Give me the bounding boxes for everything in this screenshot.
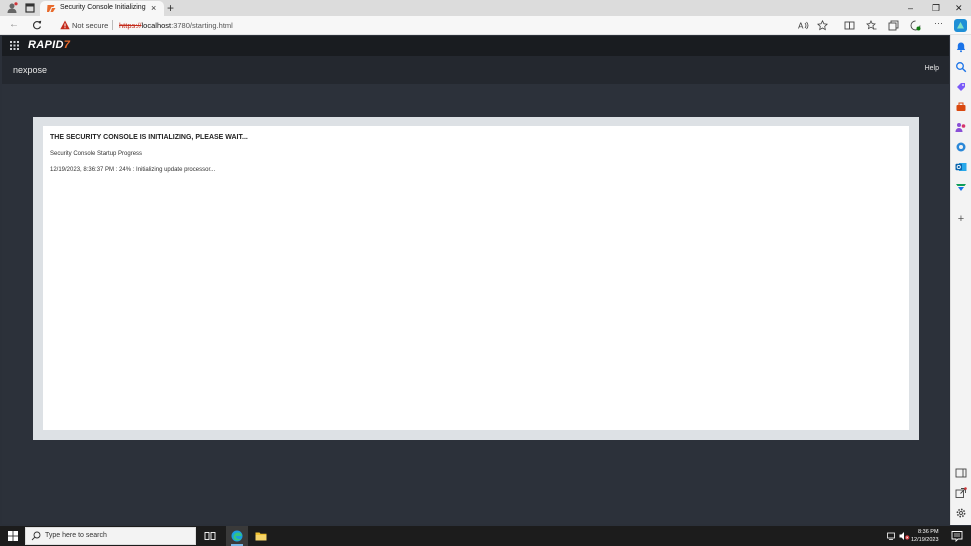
file-explorer-icon[interactable] (255, 530, 267, 542)
edge-sidebar: + (950, 35, 971, 525)
edge-icon (231, 530, 243, 542)
clock-time: 8:36 PM (918, 529, 939, 535)
tab-actions-icon[interactable] (25, 3, 35, 13)
favorite-star-icon[interactable] (817, 20, 828, 31)
app-switcher-icon[interactable] (10, 41, 19, 50)
svg-text:A: A (798, 22, 804, 31)
status-panel-frame: THE SECURITY CONSOLE IS INITIALIZING, PL… (33, 117, 919, 440)
action-center-icon[interactable] (951, 530, 963, 542)
screen: Security Console Initializing × + – ❐ ✕ … (0, 0, 971, 546)
split-screen-icon[interactable] (844, 20, 855, 31)
nexpose-brand[interactable]: nexpose (13, 65, 47, 75)
clock-date: 12/19/2023 (911, 537, 939, 543)
rapid7-logo[interactable]: RAPID7 (28, 39, 70, 51)
taskbar-search-box[interactable]: Type here to search (25, 527, 196, 545)
not-secure-label[interactable]: Not secure (72, 21, 108, 30)
tray-device-icon[interactable] (887, 531, 897, 541)
new-tab-icon[interactable]: + (167, 0, 174, 16)
minimize-icon[interactable]: – (908, 2, 913, 14)
rapid7-logo-text: RAPID (28, 39, 64, 51)
taskbar-edge-button[interactable] (226, 526, 248, 546)
windows-start-icon[interactable] (8, 531, 18, 541)
warning-icon[interactable] (60, 20, 70, 30)
address-bar: ← Not secure https://localhost:3780/star… (0, 16, 971, 35)
search-icon (31, 531, 41, 541)
rapid7-platform-bar: RAPID7 (2, 36, 949, 56)
url-scheme: https:// (119, 21, 142, 30)
restore-icon[interactable]: ❐ (932, 2, 940, 14)
more-options-icon[interactable]: ··· (934, 18, 945, 29)
favorites-icon[interactable] (866, 20, 877, 31)
url-field[interactable]: https://localhost:3780/starting.html (119, 21, 233, 30)
rapid7-logo-mark-icon: 7 (63, 39, 71, 51)
shopping-icon[interactable] (955, 81, 967, 93)
web-page: RAPID7 nexpose Help THE SECURITY CONSOLE… (2, 36, 949, 524)
profile-icon[interactable] (6, 2, 18, 14)
help-link[interactable]: Help (925, 65, 939, 72)
status-subheading: Security Console Startup Progress (50, 151, 143, 157)
back-icon[interactable]: ← (9, 19, 19, 31)
collections-icon[interactable] (888, 20, 899, 31)
add-sidebar-app-icon[interactable]: + (955, 213, 967, 225)
url-path: :3780/starting.html (171, 21, 233, 30)
status-heading: THE SECURITY CONSOLE IS INITIALIZING, PL… (50, 134, 248, 141)
windows-taskbar: Type here to search 8:36 PM 12/19/2023 (0, 526, 971, 546)
task-view-icon[interactable] (204, 530, 216, 542)
tools-icon[interactable] (955, 101, 967, 113)
refresh-icon[interactable] (32, 20, 42, 30)
status-card: THE SECURITY CONSOLE IS INITIALIZING, PL… (43, 126, 909, 430)
tab-security-console[interactable]: Security Console Initializing × (40, 1, 164, 16)
browser-essentials-icon[interactable] (910, 20, 921, 31)
hide-sidebar-icon[interactable] (955, 467, 967, 479)
startup-log-line: 12/19/2023, 8:36:37 PM : 24% : Initializ… (50, 167, 216, 173)
nexpose-header: nexpose Help (2, 56, 949, 84)
tab-close-icon[interactable]: × (151, 2, 156, 14)
address-separator (112, 20, 113, 30)
outlook-icon[interactable] (955, 161, 967, 173)
people-icon[interactable] (955, 121, 967, 133)
sidebar-settings-icon[interactable] (955, 507, 967, 519)
microsoft-365-icon[interactable] (955, 141, 967, 153)
url-host: localhost (141, 21, 172, 30)
taskbar-clock[interactable]: 8:36 PM 12/19/2023 (911, 528, 939, 544)
tab-title: Security Console Initializing (60, 4, 146, 11)
rapid7-favicon-icon (47, 5, 56, 12)
drop-icon[interactable] (955, 181, 967, 193)
external-link-icon[interactable] (955, 487, 967, 499)
browser-tab-strip: Security Console Initializing × + – ❐ ✕ (0, 0, 971, 16)
search-sidebar-icon[interactable] (955, 61, 967, 73)
volume-muted-icon[interactable] (899, 531, 910, 541)
close-window-icon[interactable]: ✕ (955, 2, 963, 14)
search-placeholder: Type here to search (45, 532, 107, 539)
read-aloud-icon[interactable]: A (798, 20, 809, 31)
notifications-icon[interactable] (955, 41, 967, 53)
copilot-icon[interactable] (954, 19, 967, 32)
